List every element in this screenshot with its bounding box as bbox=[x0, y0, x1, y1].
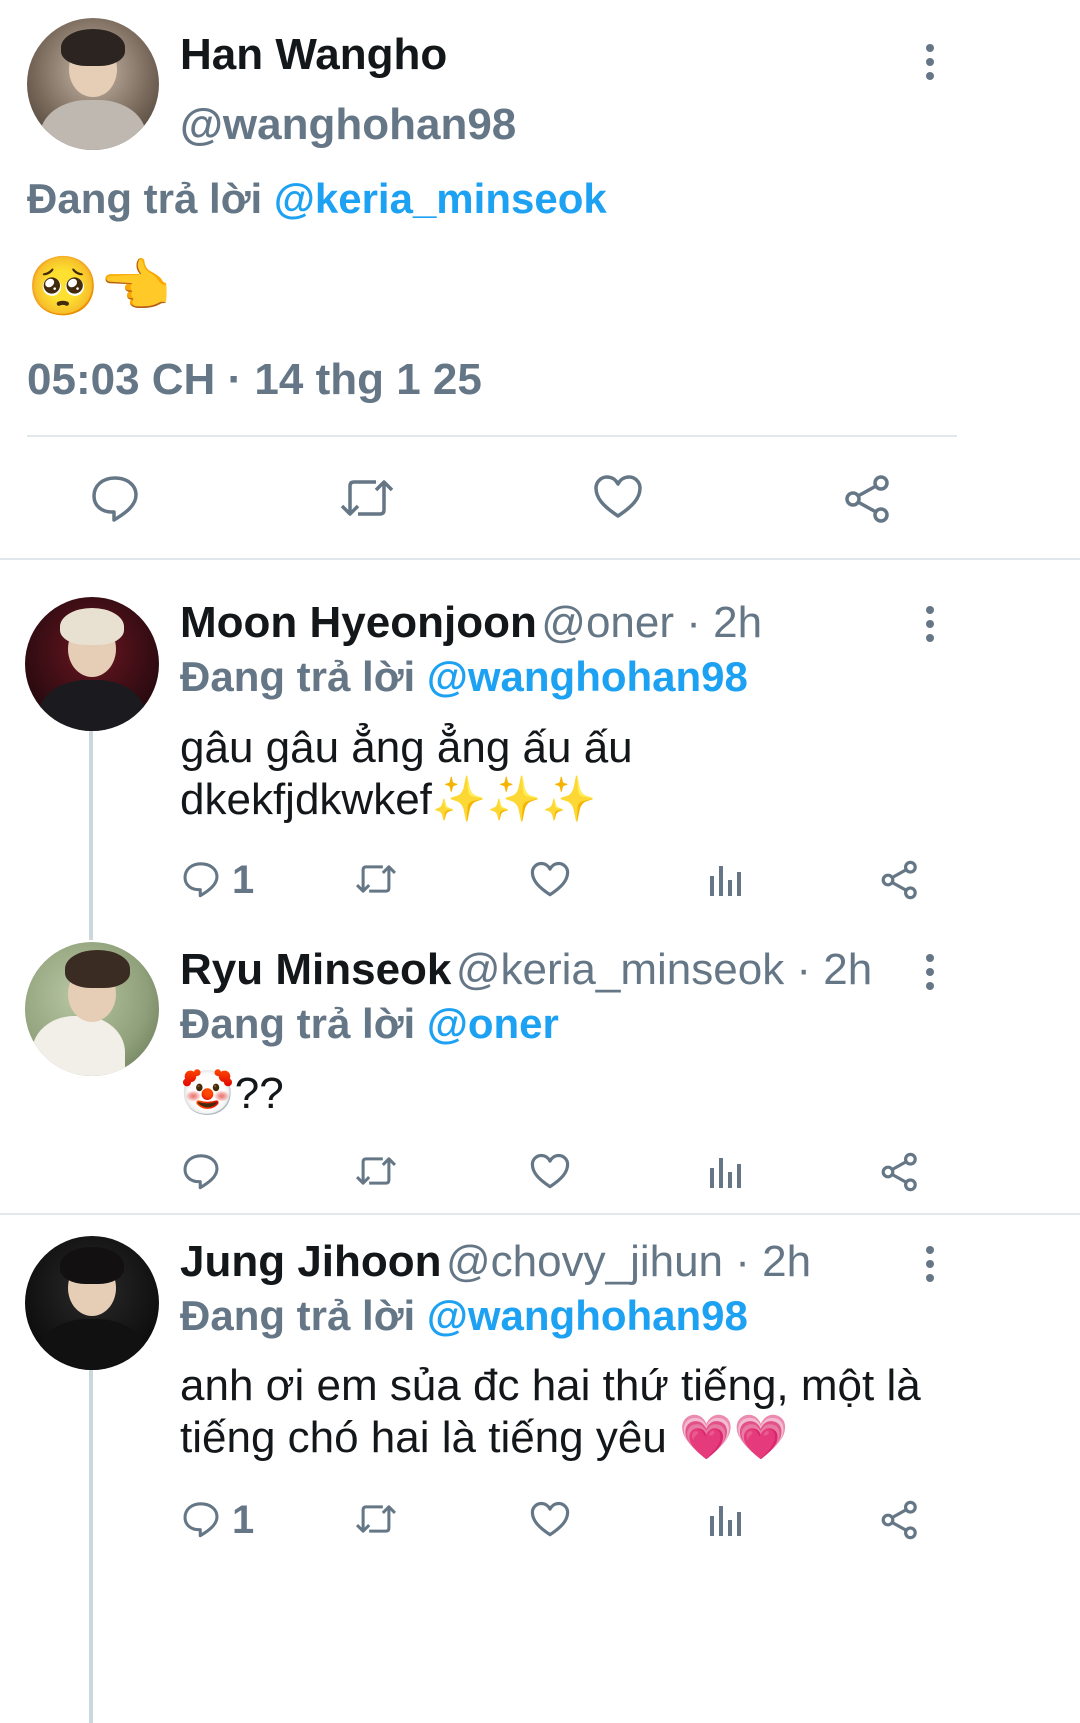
reply-count: 1 bbox=[232, 858, 255, 902]
author-name[interactable]: Han Wangho bbox=[180, 30, 447, 80]
reply-icon[interactable] bbox=[182, 1152, 220, 1190]
retweet-icon[interactable] bbox=[354, 862, 398, 896]
heart-icon[interactable] bbox=[530, 1501, 570, 1538]
more-vertical-icon[interactable] bbox=[920, 606, 940, 642]
reply-header: Moon Hyeonjoon @oner · 2h bbox=[180, 598, 762, 648]
author-name[interactable]: Jung Jihoon bbox=[180, 1237, 442, 1286]
avatar[interactable] bbox=[25, 1236, 159, 1370]
mention-link[interactable]: @wanghohan98 bbox=[427, 653, 748, 700]
divider bbox=[0, 558, 1080, 560]
analytics-icon[interactable] bbox=[708, 862, 742, 898]
analytics-icon[interactable] bbox=[708, 1154, 742, 1190]
share-icon[interactable] bbox=[880, 1500, 920, 1540]
more-vertical-icon[interactable] bbox=[920, 44, 940, 80]
tweet-text: 🤡?? bbox=[180, 1069, 284, 1118]
divider bbox=[0, 1213, 1080, 1215]
replying-to-label: Đang trả lời bbox=[27, 175, 274, 222]
replying-to: Đang trả lời @wanghohan98 bbox=[180, 653, 748, 701]
reply-icon[interactable] bbox=[90, 474, 140, 522]
replying-to-label: Đang trả lời bbox=[180, 1292, 427, 1339]
replying-to: Đang trả lời @keria_minseok bbox=[27, 175, 607, 223]
replying-to-label: Đang trả lời bbox=[180, 653, 427, 700]
reply-icon[interactable] bbox=[182, 1500, 220, 1538]
author-name[interactable]: Ryu Minseok bbox=[180, 945, 451, 994]
share-icon[interactable] bbox=[843, 474, 893, 524]
author-name[interactable]: Moon Hyeonjoon bbox=[180, 598, 537, 647]
reply-count: 1 bbox=[232, 1498, 255, 1542]
reply-icon[interactable] bbox=[182, 860, 220, 898]
heart-icon[interactable] bbox=[530, 861, 570, 898]
divider bbox=[27, 435, 957, 437]
avatar[interactable] bbox=[25, 942, 159, 1076]
mention-link[interactable]: @wanghohan98 bbox=[427, 1292, 748, 1339]
tweet-timestamp[interactable]: 05:03 CH · 14 thg 1 25 bbox=[27, 355, 482, 405]
more-vertical-icon[interactable] bbox=[920, 1246, 940, 1282]
retweet-icon[interactable] bbox=[338, 476, 396, 520]
avatar[interactable] bbox=[27, 18, 159, 150]
replying-to: Đang trả lời @wanghohan98 bbox=[180, 1292, 748, 1340]
replying-to: Đang trả lời @oner bbox=[180, 1000, 559, 1048]
heart-icon[interactable] bbox=[593, 474, 643, 520]
thread-line bbox=[89, 1368, 93, 1723]
avatar[interactable] bbox=[25, 597, 159, 731]
tweet-text: gâu gâu ẳng ẳng ấu ấu dkekfjdkwkef✨✨✨ bbox=[180, 723, 633, 824]
reply-header: Jung Jihoon @chovy_jihun · 2h bbox=[180, 1237, 811, 1287]
share-icon[interactable] bbox=[880, 1152, 920, 1192]
author-handle[interactable]: @wanghohan98 bbox=[180, 100, 516, 150]
author-handle-time[interactable]: @keria_minseok · 2h bbox=[456, 945, 872, 994]
analytics-icon[interactable] bbox=[708, 1502, 742, 1538]
retweet-icon[interactable] bbox=[354, 1154, 398, 1188]
retweet-icon[interactable] bbox=[354, 1502, 398, 1536]
thread-line bbox=[89, 730, 93, 940]
reply-header: Ryu Minseok @keria_minseok · 2h bbox=[180, 945, 872, 995]
share-icon[interactable] bbox=[880, 860, 920, 900]
heart-icon[interactable] bbox=[530, 1153, 570, 1190]
mention-link[interactable]: @keria_minseok bbox=[274, 175, 607, 222]
mention-link[interactable]: @oner bbox=[427, 1000, 559, 1047]
tweet-text: 🥺👈 bbox=[27, 254, 172, 319]
author-handle-time[interactable]: @oner · 2h bbox=[541, 598, 762, 647]
author-handle-time[interactable]: @chovy_jihun · 2h bbox=[446, 1237, 811, 1286]
replying-to-label: Đang trả lời bbox=[180, 1000, 427, 1047]
more-vertical-icon[interactable] bbox=[920, 954, 940, 990]
tweet-text: anh ơi em sủa đc hai thứ tiếng, một là t… bbox=[180, 1361, 921, 1462]
